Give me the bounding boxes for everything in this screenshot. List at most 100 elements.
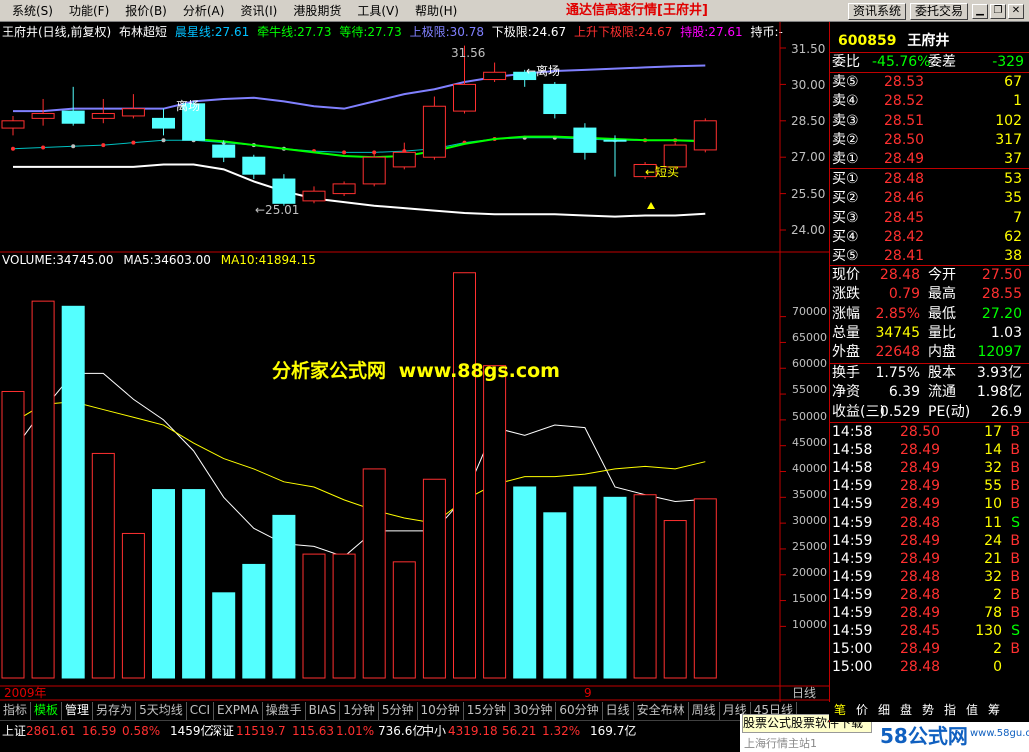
sell-row[interactable]: 卖② 28.50 317 [830,131,1026,150]
tab-0[interactable]: 指标 [0,702,32,720]
volume-bar[interactable] [422,478,446,679]
volume-bar[interactable] [332,553,356,679]
volume-bar[interactable] [1,390,25,679]
tab-13[interactable]: 30分钟 [510,702,557,720]
trade-button[interactable]: 委托交易 [910,3,968,20]
volume-bar[interactable] [61,305,85,679]
volume-bar[interactable] [513,486,537,679]
volume-bar[interactable] [663,520,687,679]
buy-row[interactable]: 买① 28.48 53 [830,170,1026,189]
candle-body[interactable] [302,190,326,202]
candle-body[interactable] [272,178,296,204]
volume-bar[interactable] [31,300,55,679]
tab-11[interactable]: 10分钟 [418,702,464,720]
tab-12[interactable]: 15分钟 [464,702,511,720]
tab-2[interactable]: 管理 [62,702,94,720]
tab-7[interactable]: 操盘手 [263,702,306,720]
quote-tab-7[interactable]: 筹 [983,702,1005,720]
candle-body[interactable] [453,83,476,112]
volume-bar[interactable] [573,486,597,679]
volume-bar[interactable] [392,561,416,679]
tick-price: 28.49 [900,460,941,477]
sell-row[interactable]: 卖① 28.49 37 [830,150,1026,169]
tab-8[interactable]: BIAS [306,702,341,720]
quote-tab-6[interactable]: 值 [961,702,983,720]
minimize-icon[interactable]: ▁ [972,4,988,19]
tick-side: B [1010,641,1020,658]
menu-tools[interactable]: 工具(V) [349,3,407,19]
volume-bar[interactable] [91,452,115,679]
tab-17[interactable]: 周线 [689,702,720,720]
buy-row[interactable]: 买⑤ 28.41 38 [830,247,1026,266]
candle-body[interactable] [212,144,236,158]
volume-bar[interactable] [121,532,145,679]
menu-function[interactable]: 功能(F) [61,3,117,19]
tab-9[interactable]: 1分钟 [340,702,379,720]
volume-bar[interactable] [693,498,717,679]
candle-body[interactable] [362,156,386,185]
volume-bar[interactable] [603,496,627,679]
candle-body[interactable] [573,127,597,153]
buy-price: 28.45 [884,209,925,226]
buy-row[interactable]: 买② 28.46 35 [830,189,1026,208]
volume-bar[interactable] [272,514,296,679]
tab-6[interactable]: EXPMA [214,702,263,720]
tab-5[interactable]: CCI [187,702,214,720]
tab-14[interactable]: 60分钟 [556,702,603,720]
candle-body[interactable] [152,117,175,129]
candle-body[interactable] [483,71,507,81]
sell-row[interactable]: 卖④ 28.52 1 [830,92,1026,111]
menu-analysis[interactable]: 分析(A) [175,3,233,19]
volume-bar[interactable] [633,494,657,679]
candle-body[interactable] [332,183,356,195]
tab-15[interactable]: 日线 [603,702,634,720]
tab-1[interactable]: 模板 [31,702,63,720]
menu-quote[interactable]: 报价(B) [117,3,175,19]
volume-bar[interactable] [242,563,266,679]
volume-bar[interactable] [302,553,326,679]
buy-row[interactable]: 买③ 28.45 7 [830,209,1026,228]
candle-body[interactable] [392,151,416,168]
volume-value: VOLUME:34745.00 [2,253,114,267]
candle-body[interactable] [663,144,687,168]
menu-news[interactable]: 资讯(I) [232,3,285,19]
quote-tab-2[interactable]: 细 [873,702,895,720]
candle-body[interactable] [693,120,717,151]
restore-icon[interactable]: ❐ [990,4,1006,19]
candle-body[interactable] [61,110,85,124]
menu-system[interactable]: 系统(S) [4,3,61,19]
volume-bar[interactable] [543,512,567,679]
buy-row[interactable]: 买④ 28.42 62 [830,228,1026,247]
news-system-button[interactable]: 资讯系统 [848,3,906,20]
quote-tab-5[interactable]: 指 [939,702,961,720]
tab-4[interactable]: 5天均线 [136,702,187,720]
tab-3[interactable]: 另存为 [93,702,137,720]
close-icon[interactable]: ✕ [1008,4,1024,19]
quote-tab-3[interactable]: 盘 [895,702,917,720]
candle-body[interactable] [603,139,627,142]
tab-10[interactable]: 5分钟 [379,702,418,720]
candle-body[interactable] [91,113,115,119]
volume-bar[interactable] [362,468,386,679]
candle-body[interactable] [121,108,145,117]
sell-row[interactable]: 卖⑤ 28.53 67 [830,73,1026,92]
quote-tab-0[interactable]: 笔 [829,702,851,720]
candle-body[interactable] [242,156,266,175]
quote-tab-1[interactable]: 价 [851,702,873,720]
sell-row[interactable]: 卖③ 28.51 102 [830,112,1026,131]
candle-body[interactable] [1,120,25,129]
volume-bar[interactable] [453,272,476,679]
volume-bar[interactable] [212,592,236,679]
volume-bar[interactable] [182,489,206,679]
mid-line-dot [71,144,76,149]
menu-help[interactable]: 帮助(H) [407,3,465,19]
volume-bar[interactable] [152,489,175,679]
candle-body[interactable] [422,105,446,158]
quote-tab-4[interactable]: 势 [917,702,939,720]
menu-hk-futures[interactable]: 港股期货 [285,3,349,19]
weicha-label: 委差 [928,54,956,70]
candle-body[interactable] [543,83,567,115]
candle-body[interactable] [31,113,55,119]
volume-bar[interactable] [483,365,507,679]
tab-16[interactable]: 安全布林 [634,702,689,720]
